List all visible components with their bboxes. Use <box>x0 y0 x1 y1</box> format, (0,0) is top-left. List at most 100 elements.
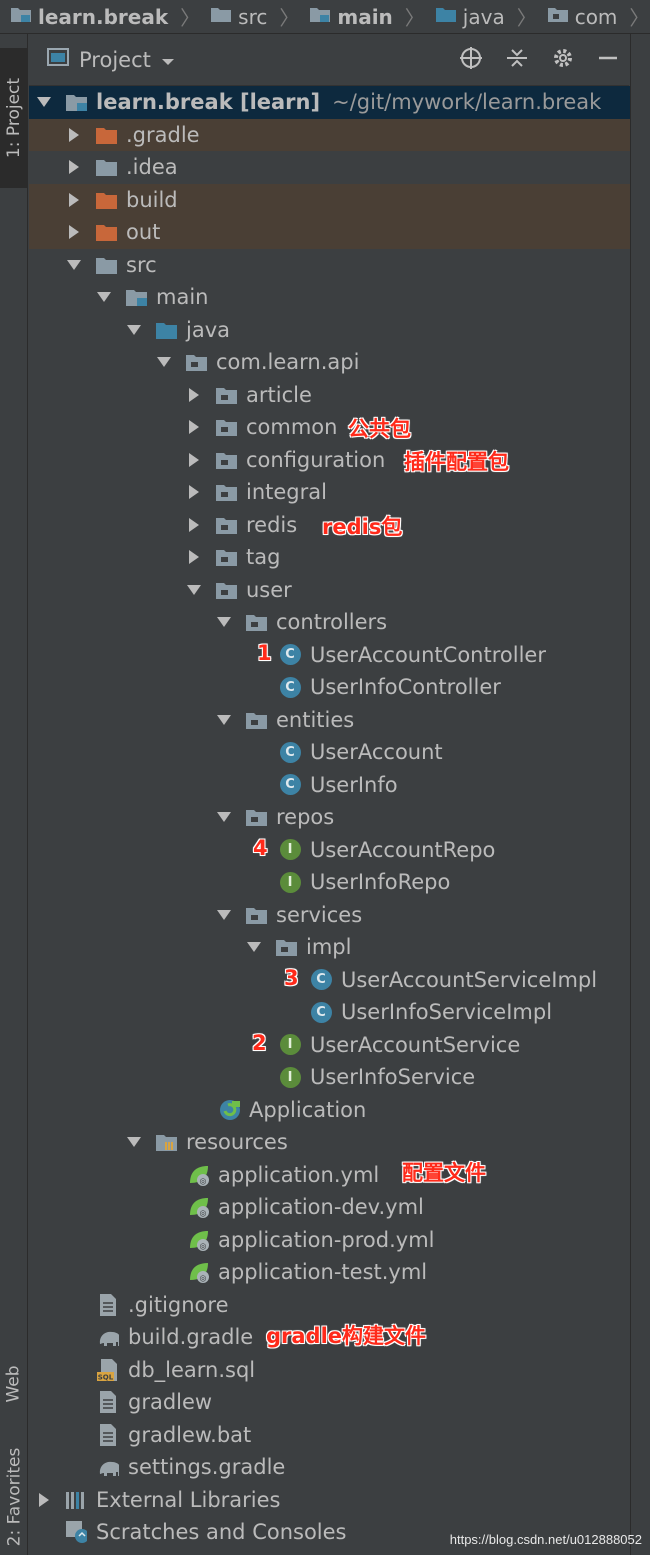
tree-node-resources[interactable]: resources <box>29 1126 630 1159</box>
tree-node-user-info-controller[interactable]: C UserInfoController <box>29 671 630 704</box>
expanded-arrow-icon[interactable] <box>157 355 171 369</box>
tab-project[interactable]: 1: Project <box>0 48 28 188</box>
project-window-icon <box>47 47 69 72</box>
tree-node-gradlew[interactable]: gradlew <box>29 1386 630 1419</box>
expanded-arrow-icon[interactable] <box>187 583 201 597</box>
tree-node-impl[interactable]: impl <box>29 931 630 964</box>
expanded-arrow-icon[interactable] <box>37 95 51 109</box>
tree-node-application-test-yml[interactable]: ◎ application-test.yml <box>29 1256 630 1289</box>
collapsed-arrow-icon[interactable] <box>187 387 201 402</box>
tree-node-controllers[interactable]: controllers <box>29 606 630 639</box>
collapsed-arrow-icon[interactable] <box>67 192 81 207</box>
tree-node-user-account-service[interactable]: I UserAccountService <box>29 1029 630 1062</box>
breadcrumb-item-java[interactable]: java 〉 <box>435 2 543 31</box>
excluded-folder-icon <box>95 124 117 146</box>
tree-node-java[interactable]: java <box>29 314 630 347</box>
tree-node-gradlew-bat[interactable]: gradlew.bat <box>29 1419 630 1452</box>
node-label: UserAccountRepo <box>310 837 496 862</box>
collapse-all-icon[interactable] <box>505 46 529 74</box>
node-label: Application <box>249 1097 367 1122</box>
tree-node-services[interactable]: services <box>29 899 630 932</box>
tree-node-settings-gradle[interactable]: settings.gradle <box>29 1451 630 1484</box>
breadcrumb-label: learn.break <box>38 4 169 29</box>
locate-icon[interactable] <box>459 46 483 74</box>
annotation-redis: redis包 <box>322 515 403 539</box>
tree-node-gradle[interactable]: .gradle <box>29 118 630 151</box>
expanded-arrow-icon[interactable] <box>127 323 141 337</box>
collapsed-arrow-icon[interactable] <box>37 1492 51 1507</box>
expanded-arrow-icon[interactable] <box>217 908 231 922</box>
project-view-selector[interactable]: Project <box>47 47 175 72</box>
project-panel-header: Project <box>29 34 629 86</box>
collapsed-arrow-icon[interactable] <box>67 225 81 240</box>
tree-node-article[interactable]: article <box>29 379 630 412</box>
tree-node-idea[interactable]: .idea <box>29 151 630 184</box>
watermark: https://blog.csdn.net/u012888052 <box>449 1532 642 1547</box>
tree-node-main[interactable]: main <box>29 281 630 314</box>
collapsed-arrow-icon[interactable] <box>187 517 201 532</box>
tree-node-common[interactable]: common <box>29 411 630 444</box>
node-label: UserInfoServiceImpl <box>341 1000 553 1025</box>
node-label: out <box>126 220 161 245</box>
tree-node-application-dev-yml[interactable]: ◎ application-dev.yml <box>29 1191 630 1224</box>
tree-node-application[interactable]: Application <box>29 1094 630 1127</box>
collapsed-arrow-icon[interactable] <box>187 420 201 435</box>
source-folder-icon <box>155 319 177 341</box>
tree-node-external-libraries[interactable]: External Libraries <box>29 1484 630 1517</box>
tree-node-entities[interactable]: entities <box>29 704 630 737</box>
tree-node-user-account[interactable]: C UserAccount <box>29 736 630 769</box>
expanded-arrow-icon[interactable] <box>247 940 261 954</box>
text-file-icon <box>97 1293 119 1316</box>
tree-node-build[interactable]: build <box>29 183 630 216</box>
tree-node-configuration[interactable]: configuration <box>29 444 630 477</box>
tree-node-integral[interactable]: integral <box>29 476 630 509</box>
tree-node-src[interactable]: src <box>29 249 630 282</box>
breadcrumb-item-main[interactable]: main 〉 <box>309 2 430 31</box>
tree-node-application-yml[interactable]: ◎ application.yml <box>29 1159 630 1192</box>
expanded-arrow-icon[interactable] <box>217 713 231 727</box>
package-icon <box>215 416 237 438</box>
breadcrumb-item-com[interactable]: com 〉 <box>547 2 650 31</box>
chevron-down-icon <box>161 48 175 72</box>
tab-favorites[interactable]: 2: Favorites <box>0 1439 28 1554</box>
breadcrumb-item-src[interactable]: src 〉 <box>210 2 305 31</box>
expanded-arrow-icon[interactable] <box>217 810 231 824</box>
tree-node-user[interactable]: user <box>29 574 630 607</box>
tree-node-application-prod-yml[interactable]: ◎ application-prod.yml <box>29 1224 630 1257</box>
gradle-elephant-icon <box>97 1456 119 1478</box>
collapsed-arrow-icon[interactable] <box>187 550 201 565</box>
tree-node-gitignore[interactable]: .gitignore <box>29 1289 630 1322</box>
navigation-breadcrumb: learn.break 〉 src 〉 main 〉 java 〉 com 〉 … <box>0 0 650 34</box>
expanded-arrow-icon[interactable] <box>127 1135 141 1149</box>
collapsed-arrow-icon[interactable] <box>67 160 81 175</box>
tree-node-tag[interactable]: tag <box>29 541 630 574</box>
class-icon: C <box>279 774 301 796</box>
hide-panel-icon[interactable] <box>597 46 619 74</box>
node-label: UserAccount <box>310 740 443 765</box>
node-label: user <box>246 577 292 602</box>
tree-node-com-learn-api[interactable]: com.learn.api <box>29 346 630 379</box>
svg-text:SQL: SQL <box>98 1373 114 1381</box>
tree-node-out[interactable]: out <box>29 216 630 249</box>
expanded-arrow-icon[interactable] <box>97 290 111 304</box>
expanded-arrow-icon[interactable] <box>67 258 81 272</box>
tree-node-user-info-repo[interactable]: I UserInfoRepo <box>29 866 630 899</box>
gear-icon[interactable] <box>551 46 575 74</box>
tab-web[interactable]: Web <box>0 1339 28 1429</box>
expanded-arrow-icon[interactable] <box>217 615 231 629</box>
tree-node-user-info-service[interactable]: I UserInfoService <box>29 1061 630 1094</box>
collapsed-arrow-icon[interactable] <box>187 485 201 500</box>
tree-node-user-account-service-impl[interactable]: C UserAccountServiceImpl <box>29 964 630 997</box>
breadcrumb-item-learn-break[interactable]: learn.break 〉 <box>10 2 206 31</box>
collapsed-arrow-icon[interactable] <box>187 452 201 467</box>
tree-node-db-learn-sql[interactable]: SQL db_learn.sql <box>29 1354 630 1387</box>
collapsed-arrow-icon[interactable] <box>67 127 81 142</box>
tree-node-user-account-controller[interactable]: C UserAccountController <box>29 639 630 672</box>
node-label: configuration <box>246 447 386 472</box>
tree-node-root[interactable]: learn.break [learn] ~/git/mywork/learn.b… <box>29 86 630 119</box>
tree-node-user-info[interactable]: C UserInfo <box>29 769 630 802</box>
node-label: UserInfoRepo <box>310 870 451 895</box>
tree-node-repos[interactable]: repos <box>29 801 630 834</box>
tree-node-user-info-service-impl[interactable]: C UserInfoServiceImpl <box>29 996 630 1029</box>
tree-node-user-account-repo[interactable]: I UserAccountRepo <box>29 834 630 867</box>
